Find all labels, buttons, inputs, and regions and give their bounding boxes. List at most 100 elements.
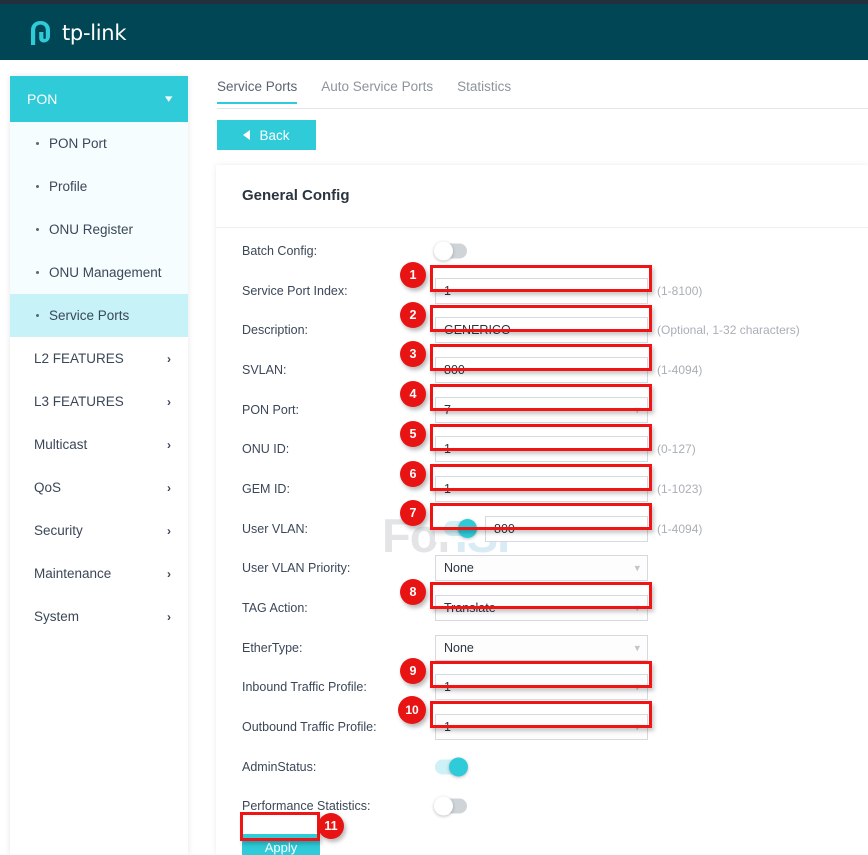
tab-service-ports[interactable]: Service Ports [217,79,298,104]
config-form: Batch Config: Service Port Index: (1-810… [216,231,868,855]
sidebar-item-system[interactable]: System › [10,595,188,638]
field-label: AdminStatus: [242,759,317,774]
batch-config-toggle[interactable] [434,241,467,261]
sidebar-item-label: PON Port [49,136,107,151]
triangle-left-icon [243,130,251,140]
service-port-index-input[interactable] [435,277,648,304]
field-hint: (0-127) [657,442,696,457]
ethertype-select[interactable] [435,634,648,661]
sidebar-item-label: Service Ports [49,308,130,323]
sidebar-item-profile[interactable]: Profile [10,165,188,208]
annotation-badge-6: 6 [400,461,426,487]
tab-auto-service-ports[interactable]: Auto Service Ports [321,79,433,102]
form-row-tag-action: TAG Action: ▾ [216,588,868,628]
field-label: Inbound Traffic Profile: [242,680,367,695]
user-vlan-priority-select[interactable] [435,555,648,582]
bullet-icon [36,271,39,274]
user-vlan-input[interactable] [485,515,648,542]
form-row-service-port-index: Service Port Index: (1-8100) [216,271,868,311]
sidebar-item-l3-features[interactable]: L3 FEATURES › [10,380,188,423]
sidebar-group-label: Multicast [34,437,88,452]
sidebar-item-service-ports[interactable]: Service Ports [10,294,188,337]
form-row-ethertype: EtherType: ▾ [216,628,868,668]
form-row-outbound-traffic-profile: Outbound Traffic Profile: ▾ [216,707,868,747]
sidebar-item-multicast[interactable]: Multicast › [10,423,188,466]
sidebar-item-label: ONU Register [49,222,134,237]
sidebar-group-label: L3 FEATURES [34,394,124,409]
description-input[interactable] [435,317,648,344]
sidebar-group-pon-label: PON [27,91,58,107]
bullet-icon [36,314,39,317]
inbound-traffic-profile-select[interactable] [435,674,648,701]
divider [216,227,868,228]
field-hint: (1-4094) [657,521,703,536]
sidebar-group-label: Security [34,523,83,538]
sidebar-item-pon-port[interactable]: PON Port [10,122,188,165]
annotation-badge-11: 11 [318,813,344,839]
field-label: Outbound Traffic Profile: [242,720,377,735]
field-label: User VLAN Priority: [242,561,351,576]
annotation-badge-9: 9 [400,658,426,684]
field-label: ONU ID: [242,442,290,457]
annotation-badge-4: 4 [400,381,426,407]
user-vlan-toggle[interactable] [435,515,485,542]
form-row-performance-statistics: Performance Statistics: [216,787,868,827]
tab-statistics[interactable]: Statistics [457,79,511,102]
form-row-user-vlan-priority: User VLAN Priority: ▾ [216,549,868,589]
sidebar-item-onu-management[interactable]: ONU Management [10,251,188,294]
apply-button[interactable]: Apply [242,834,320,855]
tplink-logo-icon [26,18,55,48]
admin-status-toggle[interactable] [435,757,468,777]
field-label: SVLAN: [242,362,287,377]
svlan-input[interactable] [435,356,648,383]
field-hint: (1-8100) [657,283,703,298]
app-header: tp-link [0,4,868,60]
form-row-user-vlan: User VLAN: (1-4094) [216,509,868,549]
field-label: GEM ID: [242,481,290,496]
sidebar-item-qos[interactable]: QoS › [10,466,188,509]
annotation-badge-10: 10 [398,696,426,724]
sidebar-group-label: System [34,609,80,624]
sidebar-item-label: ONU Management [49,265,162,280]
performance-statistics-toggle[interactable] [434,796,467,816]
sidebar-item-security[interactable]: Security › [10,509,188,552]
chevron-right-icon: › [167,523,171,538]
gem-id-input[interactable] [435,475,648,502]
chevron-right-icon: › [167,609,171,624]
back-button[interactable]: Back [217,120,316,150]
field-label: Service Port Index: [242,283,348,298]
sidebar-item-l2-features[interactable]: L2 FEATURES › [10,337,188,380]
pon-port-select[interactable] [435,396,648,423]
sidebar-group-label: QoS [34,480,62,495]
form-row-admin-status: AdminStatus: [216,747,868,787]
field-label: PON Port: [242,402,299,417]
chevron-right-icon: › [167,566,171,581]
annotation-badge-1: 1 [400,262,426,288]
annotation-badge-7: 7 [400,500,426,526]
sidebar-group-label: L2 FEATURES [34,351,124,366]
sidebar-group-pon[interactable]: PON ▾ [10,76,188,122]
sidebar-item-maintenance[interactable]: Maintenance › [10,552,188,595]
brand-name: tp-link [62,21,127,45]
field-label: EtherType: [242,640,303,655]
onu-id-input[interactable] [435,436,648,463]
field-hint: (1-1023) [657,481,703,496]
chevron-right-icon: › [167,394,171,409]
sidebar-item-label: Profile [49,179,88,194]
brand-logo[interactable]: tp-link [26,18,126,48]
form-row-batch-config: Batch Config: [216,231,868,271]
outbound-traffic-profile-select[interactable] [435,714,648,741]
tab-bar: Service Ports Auto Service Ports Statist… [217,79,868,109]
main-content: Service Ports Auto Service Ports Statist… [188,60,868,855]
form-row-apply: Apply [216,826,868,855]
bullet-icon [36,185,39,188]
tag-action-select[interactable] [435,595,648,622]
sidebar-item-onu-register[interactable]: ONU Register [10,208,188,251]
annotation-badge-8: 8 [400,579,426,605]
field-label: TAG Action: [242,601,308,616]
form-row-description: Description: (Optional, 1-32 characters) [216,310,868,350]
chevron-right-icon: › [167,351,171,366]
bullet-icon [36,228,39,231]
field-hint: (1-4094) [657,362,703,377]
sidebar-group-label: Maintenance [34,566,112,581]
